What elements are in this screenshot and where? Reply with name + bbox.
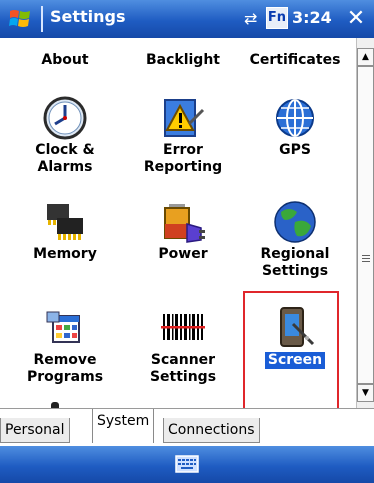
title-bar: Settings ⇄ Fn 3:24 ✕ <box>0 0 374 38</box>
scroll-down-button[interactable]: ▼ <box>357 384 374 402</box>
setting-backlight[interactable]: Backlight <box>128 52 238 69</box>
setting-label: Clock & Alarms <box>35 142 95 175</box>
setting-regional[interactable]: Regional Settings <box>240 198 350 280</box>
setting-label: Error Reporting <box>143 142 223 175</box>
scroll-grip-icon <box>362 255 370 264</box>
setting-label: GPS <box>279 142 311 158</box>
windows-start-icon[interactable] <box>8 7 32 31</box>
scroll-thumb[interactable] <box>357 66 374 384</box>
setting-gps[interactable]: GPS <box>240 94 350 159</box>
tab-system[interactable]: System <box>92 409 155 443</box>
setting-label: Backlight <box>145 52 220 68</box>
fn-key-icon[interactable]: Fn <box>266 7 288 29</box>
clock-icon <box>43 96 87 140</box>
remove-programs-icon <box>46 311 80 343</box>
setting-label: Certificates <box>249 52 341 68</box>
page-title: Settings <box>50 7 126 26</box>
tab-bar: Personal System Connections <box>0 408 374 446</box>
connectivity-icon[interactable]: ⇄ <box>244 9 257 28</box>
setting-remove-programs[interactable]: Remove Programs <box>10 304 120 386</box>
vertical-scrollbar[interactable]: ▲ ▼ <box>356 38 374 408</box>
close-button[interactable]: ✕ <box>342 5 370 33</box>
highlight-frame <box>243 291 339 408</box>
setting-error-reporting[interactable]: Error Reporting <box>128 94 238 176</box>
bottom-bar <box>0 446 374 483</box>
setting-label: Scanner Settings <box>149 352 217 385</box>
gps-globe-icon <box>276 99 314 137</box>
setting-certificates[interactable]: Certificates <box>240 52 350 69</box>
title-separator <box>41 6 43 32</box>
globe-icon <box>274 201 316 243</box>
memory-chip-icon <box>47 204 83 240</box>
setting-clock-alarms[interactable]: Clock & Alarms <box>10 94 120 176</box>
scroll-up-button[interactable]: ▲ <box>357 48 374 66</box>
setting-about[interactable]: About <box>10 52 120 69</box>
setting-label: Regional Settings <box>260 246 330 279</box>
tab-connections[interactable]: Connections <box>163 418 260 443</box>
setting-label: Power <box>158 246 208 262</box>
error-reporting-icon <box>164 99 205 137</box>
setting-scanner[interactable]: Scanner Settings <box>128 304 238 386</box>
battery-plug-icon <box>164 204 205 243</box>
keyboard-icon[interactable] <box>175 455 199 473</box>
setting-label: Memory <box>33 246 97 262</box>
settings-grid: About Backlight Certificates Clock & Ala… <box>0 38 356 408</box>
barcode-icon <box>161 314 205 340</box>
setting-label: About <box>41 52 89 68</box>
clock-time[interactable]: 3:24 <box>292 8 332 27</box>
setting-label: Remove Programs <box>26 352 104 385</box>
setting-power[interactable]: Power <box>128 198 238 263</box>
setting-memory[interactable]: Memory <box>10 198 120 263</box>
tab-personal[interactable]: Personal <box>0 418 70 443</box>
